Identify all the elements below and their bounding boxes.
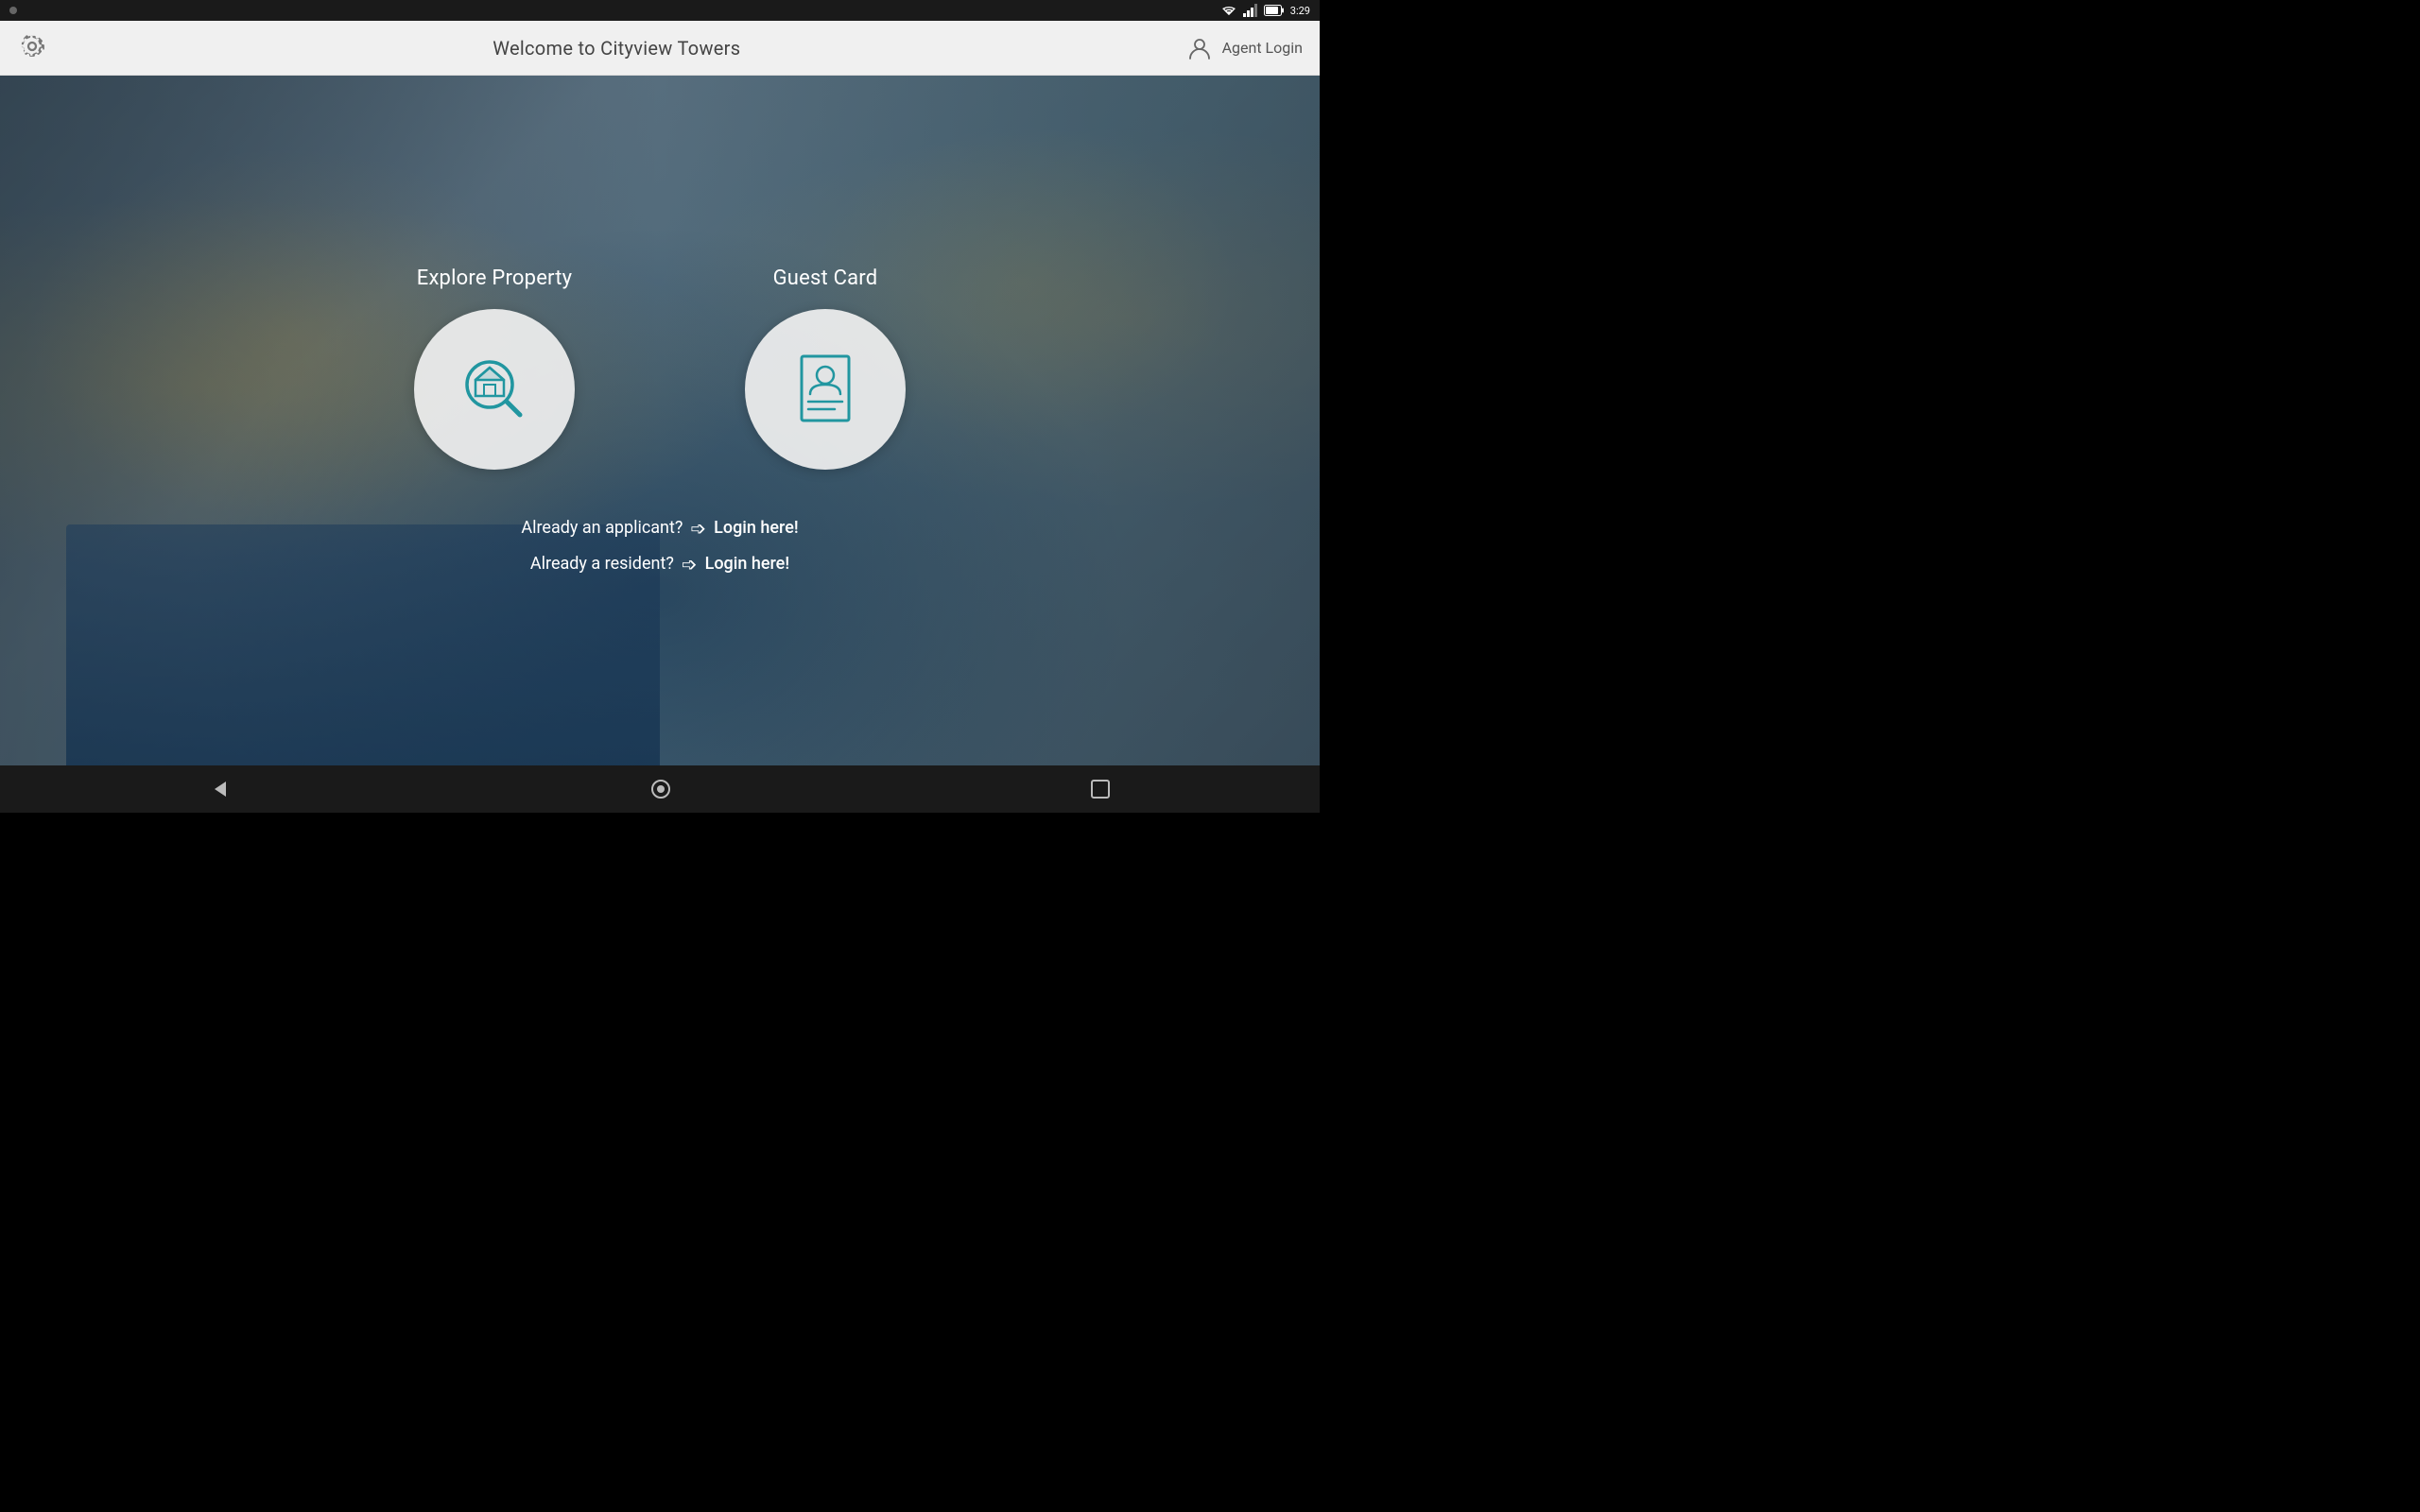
explore-property-button[interactable] [414, 309, 575, 470]
battery-icon [1264, 5, 1285, 16]
agent-login-button[interactable]: Agent Login [1186, 35, 1303, 61]
agent-login-label: Agent Login [1222, 39, 1303, 57]
settings-button[interactable] [17, 31, 47, 65]
explore-property-icon [452, 347, 537, 432]
signal-icon [1243, 4, 1258, 17]
wifi-icon [1220, 4, 1237, 17]
resident-login-text: Already a resident? [530, 554, 674, 574]
main-content: Explore Property Guest Card [0, 76, 1320, 765]
cards-row: Explore Property Guest Card [414, 266, 906, 470]
status-left [9, 7, 17, 14]
app-title: Welcome to Cityview Towers [493, 37, 740, 60]
login-links: Already an applicant? ➩ Login here! Alre… [521, 517, 798, 576]
time-display: 3:29 [1290, 5, 1310, 17]
recent-button[interactable] [1090, 779, 1111, 799]
guest-card-item: Guest Card [745, 266, 906, 470]
resident-login-link[interactable]: Already a resident? ➩ Login here! [530, 553, 789, 576]
back-button[interactable] [209, 778, 232, 800]
status-right: 3:29 [1220, 4, 1310, 17]
status-indicator [9, 7, 17, 14]
bottom-bar [0, 765, 1320, 813]
applicant-login-action: Login here! [714, 518, 798, 538]
home-button[interactable] [649, 778, 672, 800]
explore-property-label: Explore Property [417, 266, 573, 290]
resident-login-action: Login here! [705, 554, 789, 574]
resident-arrow-icon: ➩ [682, 553, 698, 576]
guest-card-icon [787, 347, 863, 432]
explore-property-card: Explore Property [414, 266, 575, 470]
applicant-login-text: Already an applicant? [521, 518, 683, 538]
top-bar: Welcome to Cityview Towers Agent Login [0, 21, 1320, 76]
guest-card-button[interactable] [745, 309, 906, 470]
status-bar: 3:29 [0, 0, 1320, 21]
applicant-login-link[interactable]: Already an applicant? ➩ Login here! [521, 517, 798, 540]
guest-card-label: Guest Card [773, 266, 878, 290]
applicant-arrow-icon: ➩ [690, 517, 706, 540]
